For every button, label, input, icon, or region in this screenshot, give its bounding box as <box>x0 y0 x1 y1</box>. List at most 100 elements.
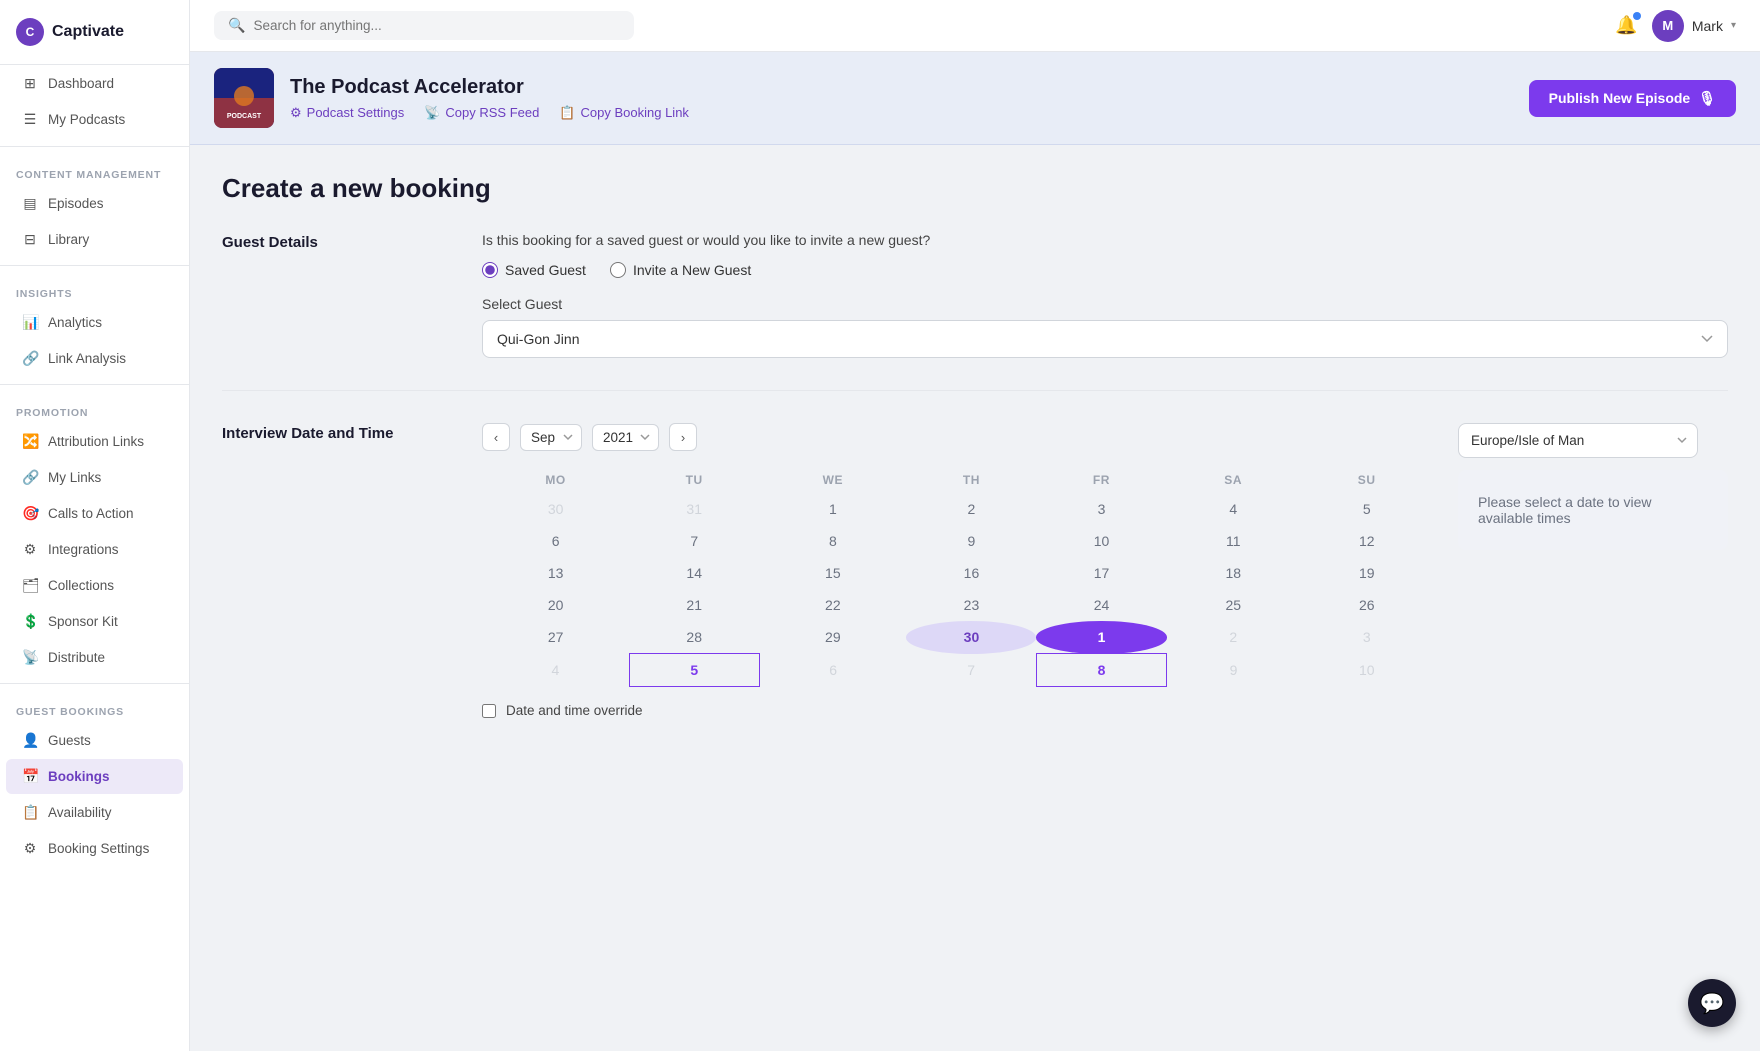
calendar-day[interactable]: 14 <box>629 557 759 589</box>
sidebar-item-label: Attribution Links <box>48 434 144 449</box>
calendar-day[interactable]: 13 <box>482 557 629 589</box>
topbar-user[interactable]: M Mark ▾ <box>1652 10 1736 42</box>
sidebar-item-bookings[interactable]: 📅 Bookings <box>6 759 183 794</box>
saved-guest-radio[interactable] <box>482 262 498 278</box>
calendar-day[interactable]: 6 <box>759 654 906 687</box>
calendar-day[interactable]: 9 <box>1167 654 1300 687</box>
calendar-day[interactable]: 21 <box>629 589 759 621</box>
sidebar-item-episodes[interactable]: ▤ Episodes <box>6 186 183 221</box>
library-icon: ⊟ <box>22 231 38 248</box>
calendar-day[interactable]: 10 <box>1036 525 1166 557</box>
calendar-day[interactable]: 31 <box>629 493 759 525</box>
calendar-day[interactable]: 4 <box>482 654 629 687</box>
calendar-day[interactable]: 25 <box>1167 589 1300 621</box>
calendar-day[interactable]: 20 <box>482 589 629 621</box>
calendar-day-today[interactable]: 30 <box>906 621 1036 654</box>
calendar-day[interactable]: 23 <box>906 589 1036 621</box>
sidebar-item-my-podcasts[interactable]: ☰ My Podcasts <box>6 102 183 137</box>
calendar-day-selected[interactable]: 1 <box>1036 621 1166 654</box>
calendar-week-row: 6 7 8 9 10 11 12 <box>482 525 1434 557</box>
calendar-day[interactable]: 16 <box>906 557 1036 589</box>
chat-bubble-button[interactable]: 💬 <box>1688 979 1736 1027</box>
sidebar-item-label: Sponsor Kit <box>48 614 118 629</box>
sidebar-item-dashboard[interactable]: ⊞ Dashboard <box>6 66 183 101</box>
link-analysis-icon: 🔗 <box>22 350 38 367</box>
search-input[interactable] <box>253 18 620 33</box>
new-guest-radio[interactable] <box>610 262 626 278</box>
saved-guest-radio-label[interactable]: Saved Guest <box>482 262 586 278</box>
year-select[interactable]: 2020202120222023 <box>592 424 659 451</box>
calendar-day[interactable]: 30 <box>482 493 629 525</box>
sidebar-item-integrations[interactable]: ⚙ Integrations <box>6 532 183 567</box>
calendar-day[interactable]: 28 <box>629 621 759 654</box>
sidebar-item-library[interactable]: ⊟ Library <box>6 222 183 257</box>
copy-rss-link[interactable]: 📡 Copy RSS Feed <box>424 105 539 121</box>
sidebar-item-availability[interactable]: 📋 Availability <box>6 795 183 830</box>
calendar-day[interactable]: 2 <box>1167 621 1300 654</box>
topbar: 🔍 🔔 M Mark ▾ <box>190 0 1760 52</box>
calendar-day[interactable]: 8 <box>759 525 906 557</box>
calendar-day[interactable]: 10 <box>1300 654 1434 687</box>
calendar-day[interactable]: 1 <box>759 493 906 525</box>
calendar-day[interactable]: 7 <box>906 654 1036 687</box>
sidebar-item-analytics[interactable]: 📊 Analytics <box>6 305 183 340</box>
calendar-day[interactable]: 26 <box>1300 589 1434 621</box>
calendar-week-row: 27 28 29 30 1 2 3 <box>482 621 1434 654</box>
calendar-day[interactable]: 24 <box>1036 589 1166 621</box>
calendar-prev-button[interactable]: ‹ <box>482 423 510 451</box>
calendar-day[interactable]: 9 <box>906 525 1036 557</box>
calendar-day[interactable]: 5 <box>1300 493 1434 525</box>
sidebar-item-collections[interactable]: 🗂 Collections <box>6 568 183 603</box>
calendar-day[interactable]: 12 <box>1300 525 1434 557</box>
copy-booking-link[interactable]: 📋 Copy Booking Link <box>559 105 689 121</box>
publish-icon: 🎙 <box>1698 90 1716 107</box>
calendar-day[interactable]: 19 <box>1300 557 1434 589</box>
calendar-next-button[interactable]: › <box>669 423 697 451</box>
calendar-row: ‹ JanFebMarApr MayJunJulAug SepOctNovDec… <box>482 423 1728 718</box>
sidebar-item-link-analysis[interactable]: 🔗 Link Analysis <box>6 341 183 376</box>
podcast-info: The Podcast Accelerator ⚙ Podcast Settin… <box>290 76 1513 121</box>
username: Mark <box>1692 18 1723 34</box>
section-label-insights: INSIGHTS <box>0 274 189 304</box>
search-wrapper[interactable]: 🔍 <box>214 11 634 40</box>
sidebar: C Captivate ⊞ Dashboard ☰ My Podcasts CO… <box>0 0 190 1051</box>
sidebar-item-label: My Podcasts <box>48 112 125 127</box>
sidebar-item-booking-settings[interactable]: ⚙ Booking Settings <box>6 831 183 866</box>
calendar-day[interactable]: 15 <box>759 557 906 589</box>
sidebar-item-guests[interactable]: 👤 Guests <box>6 723 183 758</box>
chevron-down-icon: ▾ <box>1731 20 1736 31</box>
timezone-select[interactable]: Europe/Isle of Man Europe/London America… <box>1458 423 1698 458</box>
day-header-mo: MO <box>482 467 629 493</box>
calendar-day[interactable]: 3 <box>1036 493 1166 525</box>
month-select[interactable]: JanFebMarApr MayJunJulAug SepOctNovDec <box>520 424 582 451</box>
notification-bell[interactable]: 🔔 <box>1615 15 1637 36</box>
calendar-day[interactable]: 8 <box>1036 654 1166 687</box>
calendar-day[interactable]: 4 <box>1167 493 1300 525</box>
podcast-settings-link[interactable]: ⚙ Podcast Settings <box>290 105 404 121</box>
guest-select[interactable]: Qui-Gon Jinn Obi-Wan Kenobi Anakin Skywa… <box>482 320 1728 358</box>
calendar-day[interactable]: 29 <box>759 621 906 654</box>
date-override-checkbox[interactable] <box>482 704 496 718</box>
calendar-day[interactable]: 3 <box>1300 621 1434 654</box>
calendar-week-row: 4 5 6 7 8 9 10 <box>482 654 1434 687</box>
settings-icon: ⚙ <box>290 105 302 121</box>
sidebar-item-sponsor-kit[interactable]: 💲 Sponsor Kit <box>6 604 183 639</box>
calendar-day[interactable]: 18 <box>1167 557 1300 589</box>
calendar-day[interactable]: 17 <box>1036 557 1166 589</box>
calendar-day[interactable]: 22 <box>759 589 906 621</box>
calendar-day[interactable]: 5 <box>629 654 759 687</box>
sidebar-item-distribute[interactable]: 📡 Distribute <box>6 640 183 675</box>
sidebar-item-calls-to-action[interactable]: 🎯 Calls to Action <box>6 496 183 531</box>
calendar-day[interactable]: 11 <box>1167 525 1300 557</box>
calendar-day[interactable]: 7 <box>629 525 759 557</box>
sidebar-item-attribution-links[interactable]: 🔀 Attribution Links <box>6 424 183 459</box>
sidebar-logo: C Captivate <box>0 0 189 65</box>
calendar-nav: ‹ JanFebMarApr MayJunJulAug SepOctNovDec… <box>482 423 1434 451</box>
my-podcasts-icon: ☰ <box>22 111 38 128</box>
new-guest-radio-label[interactable]: Invite a New Guest <box>610 262 751 278</box>
calendar-day[interactable]: 27 <box>482 621 629 654</box>
sidebar-item-my-links[interactable]: 🔗 My Links <box>6 460 183 495</box>
calendar-day[interactable]: 2 <box>906 493 1036 525</box>
publish-new-episode-button[interactable]: Publish New Episode 🎙 <box>1529 80 1736 117</box>
calendar-day[interactable]: 6 <box>482 525 629 557</box>
